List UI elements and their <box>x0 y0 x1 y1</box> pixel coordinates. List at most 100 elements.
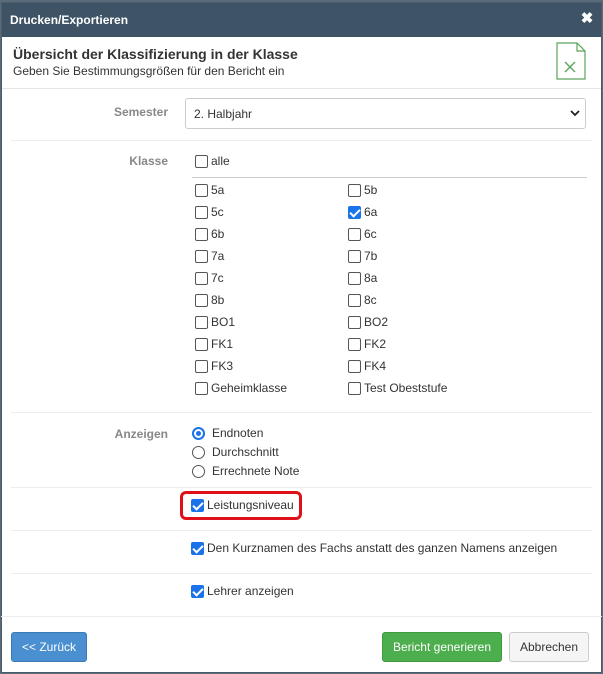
back-button[interactable]: << Zurück <box>11 632 87 662</box>
checkbox-box[interactable] <box>191 541 204 555</box>
radio-label: Endnoten <box>212 426 264 440</box>
checkbox-box[interactable] <box>195 271 208 285</box>
checkbox-kurznamen[interactable]: Den Kurznamen des Fachs anstatt des ganz… <box>191 541 557 555</box>
checkbox-class-8c[interactable]: 8c <box>348 293 377 307</box>
checkbox-box[interactable] <box>195 154 208 168</box>
checkbox-class-label: 5b <box>364 183 378 197</box>
checkbox-class-geheimklasse[interactable]: Geheimklasse <box>195 381 287 395</box>
checkbox-class-5b[interactable]: 5b <box>348 183 377 197</box>
checkbox-box[interactable] <box>348 381 361 395</box>
checkbox-class-label: 7a <box>211 249 225 263</box>
checkbox-class-label: Test Obeststufe <box>364 381 448 395</box>
checkbox-class-6a[interactable]: 6a <box>348 205 377 219</box>
radio-circle[interactable] <box>192 445 205 459</box>
checkbox-class-label: 6b <box>211 227 225 241</box>
report-heading: Übersicht der Klassifizierung in der Kla… <box>13 46 298 62</box>
checkbox-all-label: alle <box>211 154 230 168</box>
checkbox-lehrer-label: Lehrer anzeigen <box>207 584 294 598</box>
checkbox-box[interactable] <box>191 584 204 598</box>
checkbox-class-5c[interactable]: 5c <box>195 205 224 219</box>
klasse-label: Klasse <box>129 154 168 168</box>
checkbox-box[interactable] <box>195 205 208 219</box>
checkbox-class-label: FK4 <box>364 359 387 373</box>
divider <box>11 487 592 488</box>
anzeigen-label: Anzeigen <box>114 427 168 441</box>
checkbox-class-8a[interactable]: 8a <box>348 271 377 285</box>
radio-errechnete-note[interactable]: Errechnete Note <box>192 464 299 478</box>
checkbox-box[interactable] <box>348 337 361 351</box>
report-subheading: Geben Sie Bestimmungsgrößen für den Beri… <box>13 64 285 78</box>
checkbox-class-test-obeststufe[interactable]: Test Obeststufe <box>348 381 447 395</box>
checkbox-class-label: BO2 <box>364 315 389 329</box>
radio-circle[interactable] <box>192 426 205 440</box>
dialog-titlebar: Drucken/Exportieren ✖ <box>2 3 601 37</box>
checkbox-leistungsniveau-label: Leistungsniveau <box>207 498 294 512</box>
checkbox-lehrer[interactable]: Lehrer anzeigen <box>191 584 294 598</box>
checkbox-box[interactable] <box>191 498 204 512</box>
checkbox-class-7c[interactable]: 7c <box>195 271 224 285</box>
generate-report-button[interactable]: Bericht generieren <box>382 632 502 662</box>
checkbox-box[interactable] <box>348 249 361 263</box>
semester-label: Semester <box>113 105 168 119</box>
checkbox-class-label: FK2 <box>364 337 387 351</box>
checkbox-class-label: 6a <box>364 205 378 219</box>
checkbox-class-label: BO1 <box>211 315 236 329</box>
checkbox-class-6c[interactable]: 6c <box>348 227 377 241</box>
footer-divider <box>1 616 602 617</box>
checkbox-class-7a[interactable]: 7a <box>195 249 224 263</box>
checkbox-class-label: 6c <box>364 227 377 241</box>
checkbox-class-label: 8b <box>211 293 225 307</box>
checkbox-class-label: 5a <box>211 183 225 197</box>
checkbox-class-5a[interactable]: 5a <box>195 183 224 197</box>
cancel-button[interactable]: Abbrechen <box>509 632 589 662</box>
checkbox-class-7b[interactable]: 7b <box>348 249 377 263</box>
checkbox-box[interactable] <box>348 183 361 197</box>
semester-select[interactable]: 2. Halbjahr <box>185 98 586 129</box>
checkbox-box[interactable] <box>195 359 208 373</box>
dialog-header: Übersicht der Klassifizierung in der Kla… <box>2 37 601 89</box>
radio-label: Durchschnitt <box>212 445 279 459</box>
checkbox-class-bo2[interactable]: BO2 <box>348 315 388 329</box>
checkbox-class-fk2[interactable]: FK2 <box>348 337 386 351</box>
checkbox-class-label: FK1 <box>211 337 234 351</box>
checkbox-box[interactable] <box>195 293 208 307</box>
divider <box>11 140 592 141</box>
checkbox-box[interactable] <box>195 183 208 197</box>
checkbox-box[interactable] <box>348 315 361 329</box>
checkbox-class-bo1[interactable]: BO1 <box>195 315 235 329</box>
checkbox-class-label: 7b <box>364 249 378 263</box>
checkbox-class-fk1[interactable]: FK1 <box>195 337 233 351</box>
class-list-divider <box>192 177 587 178</box>
checkbox-class-8b[interactable]: 8b <box>195 293 224 307</box>
checkbox-box[interactable] <box>195 249 208 263</box>
checkbox-box[interactable] <box>195 381 208 395</box>
checkbox-all[interactable]: alle <box>195 154 230 168</box>
radio-circle[interactable] <box>192 464 205 478</box>
checkbox-box[interactable] <box>195 227 208 241</box>
dialog-title: Drucken/Exportieren <box>10 13 129 27</box>
checkbox-box[interactable] <box>348 227 361 241</box>
radio-label: Errechnete Note <box>212 464 300 478</box>
checkbox-class-label: 5c <box>211 205 224 219</box>
checkbox-box[interactable] <box>195 337 208 351</box>
divider <box>11 573 592 574</box>
close-icon[interactable]: ✖ <box>579 11 595 27</box>
checkbox-box[interactable] <box>195 315 208 329</box>
checkbox-box[interactable] <box>348 271 361 285</box>
checkbox-class-label: FK3 <box>211 359 234 373</box>
divider <box>11 412 592 413</box>
checkbox-class-fk3[interactable]: FK3 <box>195 359 233 373</box>
checkbox-box[interactable] <box>348 293 361 307</box>
checkbox-class-label: 8a <box>364 271 378 285</box>
divider <box>11 530 592 531</box>
checkbox-class-label: 7c <box>211 271 224 285</box>
checkbox-class-label: Geheimklasse <box>211 381 288 395</box>
checkbox-kurznamen-label: Den Kurznamen des Fachs anstatt des ganz… <box>207 541 558 555</box>
checkbox-leistungsniveau[interactable]: Leistungsniveau <box>191 498 294 512</box>
radio-endnoten[interactable]: Endnoten <box>192 426 263 440</box>
checkbox-class-6b[interactable]: 6b <box>195 227 224 241</box>
checkbox-box[interactable] <box>348 205 361 219</box>
checkbox-box[interactable] <box>348 359 361 373</box>
radio-durchschnitt[interactable]: Durchschnitt <box>192 445 279 459</box>
checkbox-class-fk4[interactable]: FK4 <box>348 359 386 373</box>
